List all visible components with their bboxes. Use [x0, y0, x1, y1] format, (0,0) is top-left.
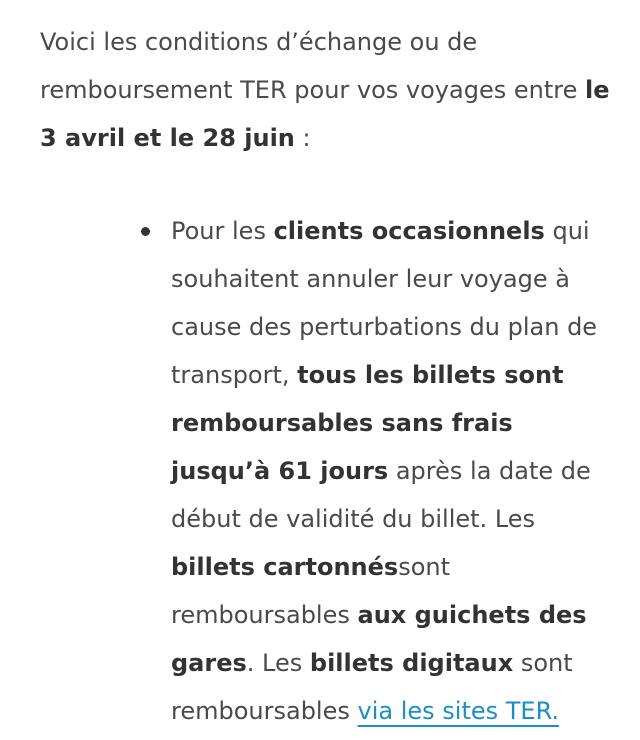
- clients-occasionnels: clients occasionnels: [273, 217, 545, 245]
- list-item: Pour les clients occasionnels qui souhai…: [0, 207, 640, 735]
- sites-ter-link[interactable]: via les sites TER.: [358, 697, 560, 725]
- billets-digitaux: billets digitaux: [309, 649, 514, 677]
- text-pour-les: Pour les: [171, 217, 274, 245]
- bullet-dot-icon: [141, 227, 150, 236]
- conditions-list: Pour les clients occasionnels qui souhai…: [0, 207, 640, 735]
- intro-paragraph: Voici les conditions d’échange ou de rem…: [40, 18, 620, 162]
- intro-text: Voici les conditions d’échange ou de rem…: [40, 28, 585, 104]
- billets-cartonnes: billets cartonnés: [171, 553, 399, 581]
- text-les: . Les: [246, 649, 310, 677]
- intro-colon: :: [294, 124, 311, 152]
